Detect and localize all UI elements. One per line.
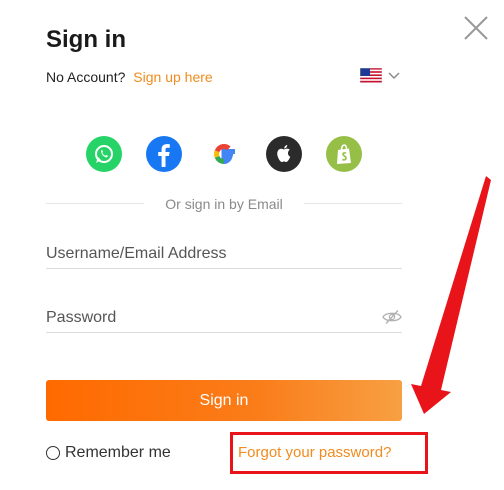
account-prompt: No Account? Sign up here [46,69,213,85]
password-field-wrapper [46,306,402,333]
username-field-wrapper [46,242,402,269]
signin-button[interactable]: Sign in [46,380,402,421]
social-login-row [86,136,362,172]
language-selector[interactable] [360,68,400,83]
shopify-icon [337,144,351,164]
forgot-password-link[interactable]: Forgot your password? [238,444,391,461]
us-flag-icon [360,68,382,83]
apple-login-button[interactable] [266,136,302,172]
no-account-text: No Account? [46,69,126,85]
password-input[interactable] [46,306,366,330]
divider-right [304,203,402,204]
eye-hidden-icon[interactable] [382,309,402,325]
email-divider-text: Or sign in by Email [165,196,283,212]
chevron-down-icon [388,72,400,79]
close-icon [464,16,488,40]
close-button[interactable] [462,14,490,42]
remember-radio[interactable] [46,446,60,460]
signup-link[interactable]: Sign up here [133,69,212,85]
whatsapp-icon [95,145,113,163]
apple-icon [277,145,291,162]
whatsapp-login-button[interactable] [86,136,122,172]
shopify-login-button[interactable] [326,136,362,172]
remember-me-toggle[interactable]: Remember me [46,444,171,462]
username-input[interactable] [46,242,366,266]
google-login-button[interactable] [206,136,242,172]
page-title: Sign in [46,26,126,53]
remember-label: Remember me [65,444,171,461]
facebook-icon [158,144,170,167]
facebook-login-button[interactable] [146,136,182,172]
google-icon [214,143,235,164]
